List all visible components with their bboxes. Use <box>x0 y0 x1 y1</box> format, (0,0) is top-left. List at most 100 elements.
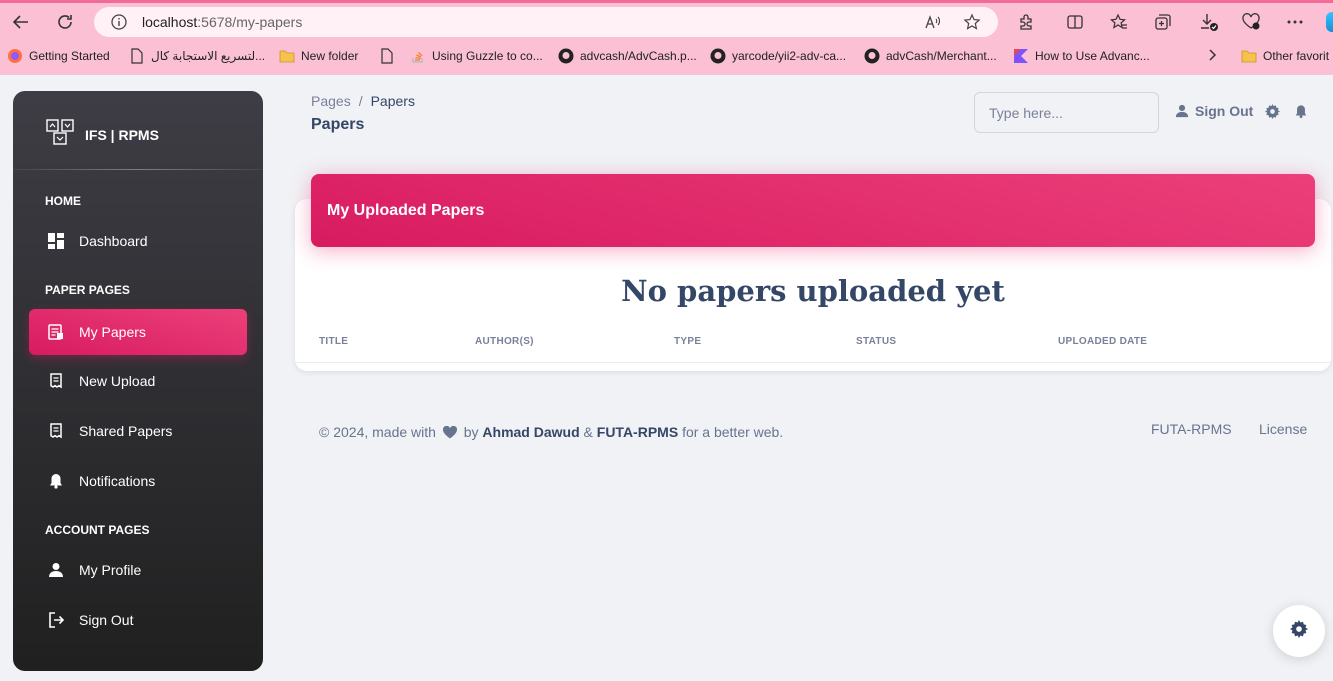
column-header-uploaded-date: UPLOADED DATE <box>1058 336 1148 347</box>
breadcrumb-separator: / <box>358 93 363 109</box>
bookmark-item[interactable]: yarcode/yii2-adv-ca... <box>710 48 846 64</box>
folder-icon <box>279 48 295 64</box>
footer-link-futa-rpms[interactable]: FUTA-RPMS <box>1151 421 1232 437</box>
sidebar-item-new-upload[interactable]: New Upload <box>29 358 247 404</box>
breadcrumb-root-link[interactable]: Pages <box>311 93 351 109</box>
breadcrumb-current: Papers <box>370 93 415 109</box>
column-header-authors: AUTHOR(S) <box>475 336 534 347</box>
section-label-account-pages: ACCOUNT PAGES <box>45 523 150 537</box>
browser-toolbar: localhost:5678/my-papers Getting Started <box>0 0 1333 75</box>
footer-copyright: © 2024, made with by Ahmad Dawud & FUTA-… <box>319 424 783 442</box>
sidebar-item-sign-out[interactable]: Sign Out <box>29 597 247 643</box>
bookmark-label: Other favorit <box>1263 49 1330 63</box>
card-title: My Uploaded Papers <box>327 202 485 219</box>
column-header-status: STATUS <box>856 336 897 347</box>
footer-amp: & <box>583 424 593 440</box>
section-label-paper-pages: PAPER PAGES <box>45 283 130 297</box>
bookmark-item[interactable]: advCash/Merchant... <box>864 48 997 64</box>
bell-icon <box>47 472 65 490</box>
browser-essentials-icon[interactable] <box>1239 10 1263 34</box>
logo-icon <box>45 117 75 152</box>
bookmark-label: لتسريع الاستجابة كال... <box>151 49 266 63</box>
brand[interactable]: IFS | RPMS <box>45 117 159 152</box>
bookmark-label: yarcode/yii2-adv-ca... <box>732 49 847 63</box>
search-input[interactable] <box>974 92 1159 133</box>
copilot-icon[interactable] <box>1326 12 1333 32</box>
footer-author-link[interactable]: Ahmad Dawud <box>482 424 579 440</box>
bookmarks-overflow-chevron-icon[interactable] <box>1208 48 1218 62</box>
bookmark-item[interactable]: Other favorit <box>1241 48 1329 64</box>
sidebar-item-shared-papers[interactable]: Shared Papers <box>29 408 247 454</box>
collections-icon[interactable] <box>1151 10 1175 34</box>
back-icon[interactable] <box>9 10 33 34</box>
person-icon <box>1175 104 1189 118</box>
bookmark-item[interactable]: New folder <box>279 48 358 64</box>
github-icon <box>710 48 726 64</box>
favorites-icon[interactable] <box>1107 10 1131 34</box>
sidebar-item-my-profile[interactable]: My Profile <box>29 547 247 593</box>
papers-icon <box>47 323 65 341</box>
sidebar: IFS | RPMS HOME Dashboard PAPER PAGES My… <box>13 91 263 671</box>
person-icon <box>47 561 65 579</box>
site-info-icon[interactable] <box>110 13 128 36</box>
footer-link-license[interactable]: License <box>1259 421 1307 437</box>
bookmarks-bar: Getting Started لتسريع الاستجابة كال... … <box>0 44 1333 70</box>
sidebar-item-label: Notifications <box>79 473 156 489</box>
sign-out-label: Sign Out <box>1195 103 1254 119</box>
header-sign-out-button[interactable]: Sign Out <box>1175 103 1253 119</box>
footer-org-link[interactable]: FUTA-RPMS <box>597 424 678 440</box>
empty-state-message: No papers uploaded yet <box>621 274 1005 308</box>
footer-prefix: © 2024, made with <box>319 424 436 440</box>
firefox-icon <box>7 48 23 64</box>
dashboard-icon <box>47 232 65 250</box>
column-header-type: TYPE <box>674 336 702 347</box>
folder-icon <box>1241 48 1257 64</box>
divider <box>13 169 263 170</box>
page-icon <box>129 48 145 64</box>
sidebar-item-label: My Papers <box>79 324 146 340</box>
settings-gear-icon <box>1290 619 1308 643</box>
footer-by: by <box>463 424 479 440</box>
github-icon <box>864 48 880 64</box>
sidebar-item-label: Sign Out <box>79 612 134 628</box>
downloads-icon[interactable] <box>1197 10 1221 34</box>
refresh-icon[interactable] <box>53 10 77 34</box>
address-bar[interactable]: localhost:5678/my-papers <box>94 7 998 37</box>
sidebar-item-label: New Upload <box>79 373 156 389</box>
receipt-icon <box>47 372 65 390</box>
url-text: localhost:5678/my-papers <box>142 14 303 30</box>
configurator-button[interactable] <box>1273 605 1325 657</box>
sidebar-item-dashboard[interactable]: Dashboard <box>29 218 247 264</box>
bookmark-item[interactable]: Using Guzzle to co... <box>410 48 543 64</box>
bookmark-item[interactable]: Getting Started <box>7 48 110 64</box>
settings-gear-icon[interactable] <box>1264 103 1280 119</box>
sidebar-item-label: My Profile <box>79 562 142 578</box>
column-header-title: TITLE <box>319 336 349 347</box>
extensions-icon[interactable] <box>1014 10 1038 34</box>
page-icon <box>379 48 395 64</box>
logout-icon <box>47 611 65 629</box>
favorite-star-icon[interactable] <box>963 13 981 36</box>
kotlin-icon <box>1013 48 1029 64</box>
bookmark-item[interactable]: لتسريع الاستجابة كال... <box>129 48 265 64</box>
read-aloud-icon[interactable] <box>924 13 942 36</box>
sidebar-item-label: Dashboard <box>79 233 148 249</box>
bookmark-item[interactable]: advcash/AdvCash.p... <box>558 48 697 64</box>
notifications-bell-icon[interactable] <box>1293 103 1309 119</box>
sidebar-item-label: Shared Papers <box>79 423 173 439</box>
table-divider <box>295 362 1331 363</box>
bookmark-label: How to Use Advanc... <box>1035 49 1150 63</box>
bookmark-label: Getting Started <box>29 49 110 63</box>
github-icon <box>558 48 574 64</box>
footer-suffix: for a better web. <box>682 424 784 440</box>
bookmark-item[interactable] <box>379 48 401 64</box>
sidebar-item-notifications[interactable]: Notifications <box>29 458 247 504</box>
page-title: Papers <box>311 116 365 133</box>
split-screen-icon[interactable] <box>1063 10 1087 34</box>
heart-icon <box>442 425 457 442</box>
more-menu-icon[interactable] <box>1283 10 1307 34</box>
sidebar-item-my-papers[interactable]: My Papers <box>29 309 247 355</box>
breadcrumb: Pages / Papers <box>311 93 415 109</box>
bookmark-label: advCash/Merchant... <box>886 49 997 63</box>
bookmark-item[interactable]: How to Use Advanc... <box>1013 48 1150 64</box>
